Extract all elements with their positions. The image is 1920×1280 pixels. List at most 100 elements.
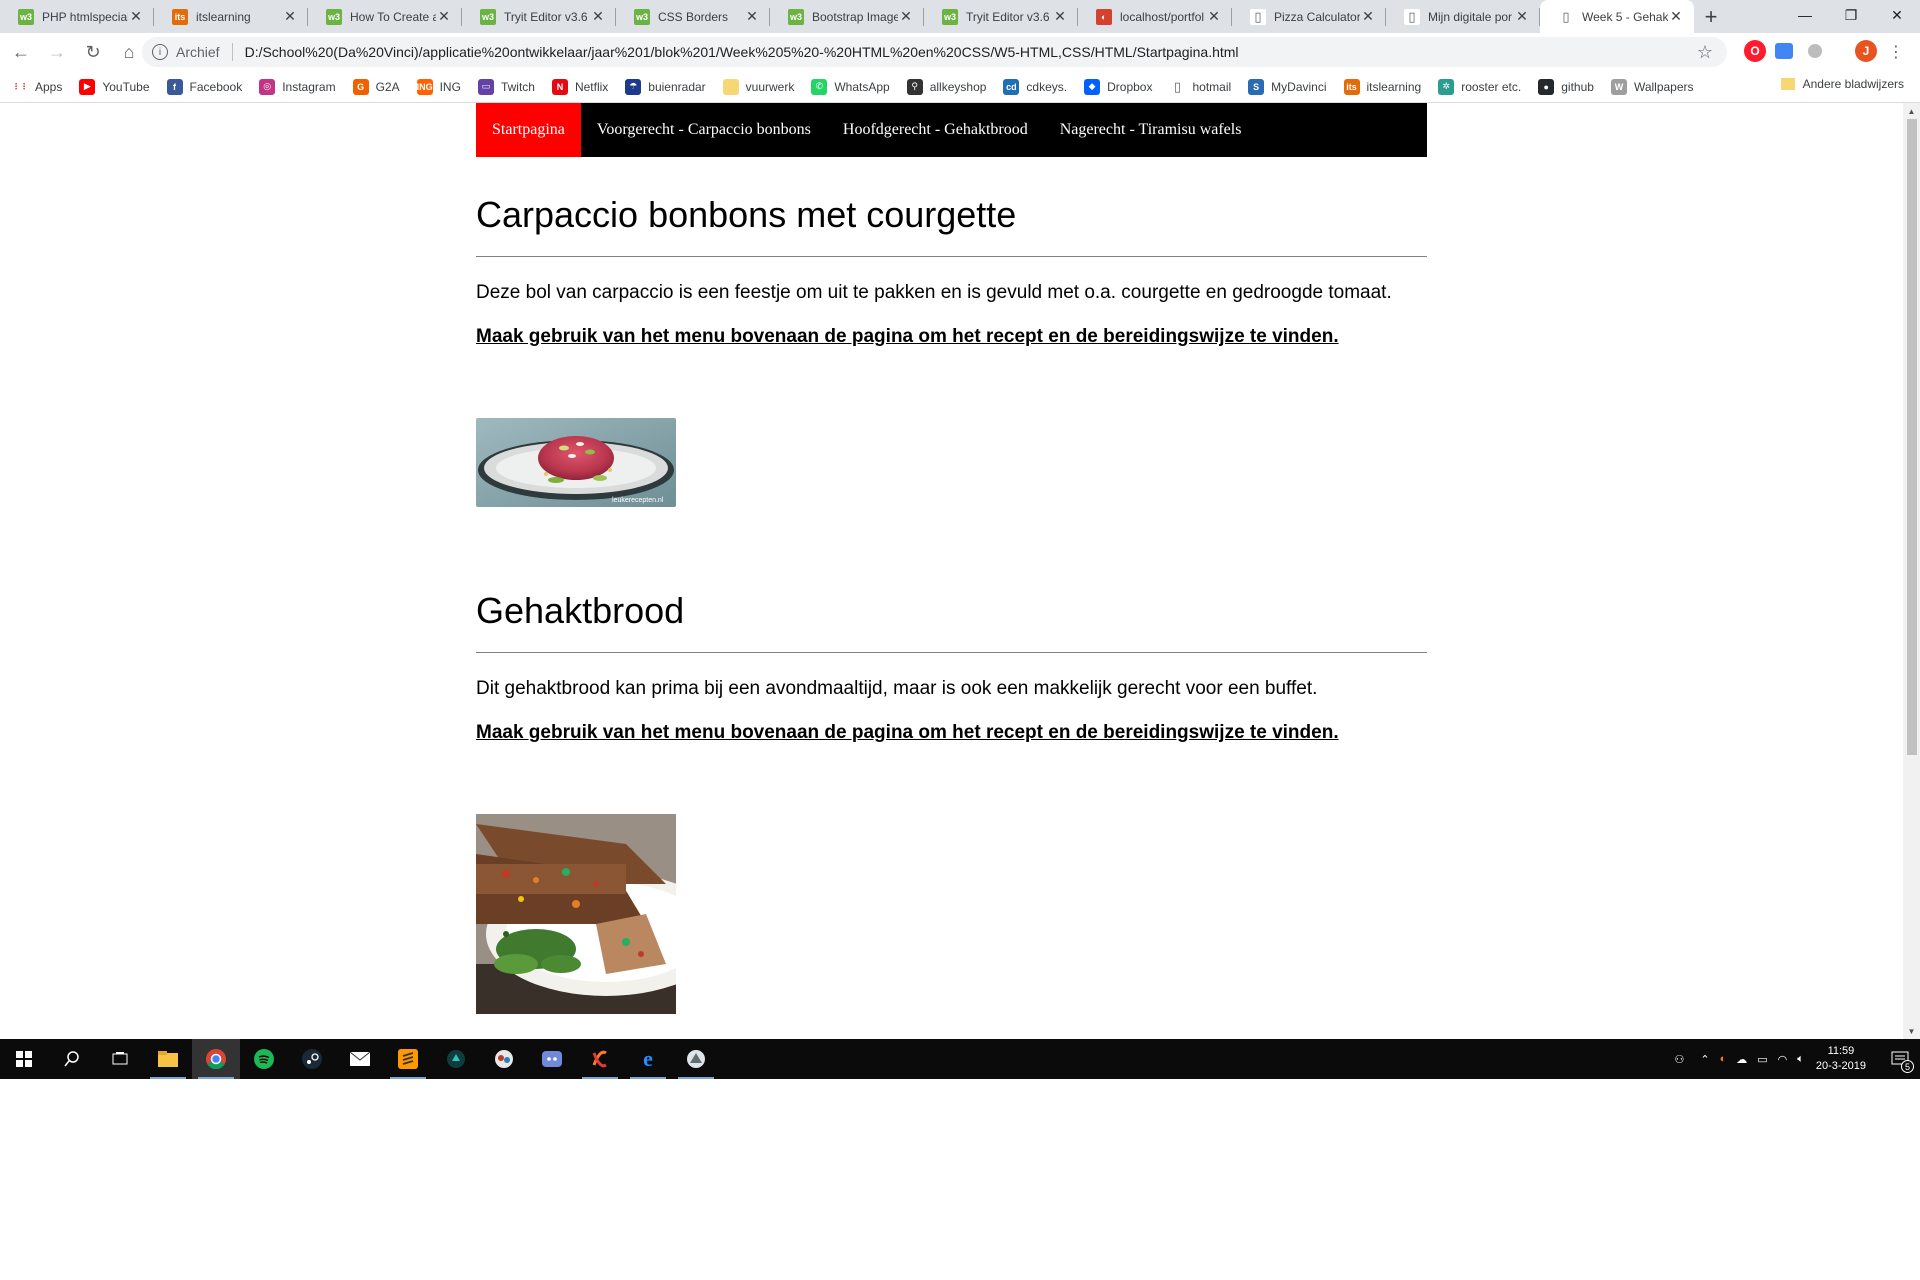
xampp-tray-icon[interactable]: ◐	[1720, 1053, 1727, 1065]
browser-tab[interactable]: w3 PHP htmlspecialc ✕	[0, 0, 154, 33]
sublime-text-icon[interactable]	[384, 1039, 432, 1079]
onedrive-icon[interactable]: ☁	[1736, 1053, 1747, 1066]
bookmark-item[interactable]: ▭ Twitch	[477, 78, 535, 95]
new-tab-button[interactable]: +	[1694, 0, 1728, 33]
bookmark-item[interactable]: ● github	[1538, 78, 1594, 95]
bookmark-item[interactable]: ING ING	[416, 78, 461, 95]
browser-tab[interactable]: w3 Bootstrap Image ✕	[770, 0, 924, 33]
browser-tab[interactable]: w3 Tryit Editor v3.6 ✕	[924, 0, 1078, 33]
scrollbar-thumb[interactable]	[1907, 119, 1917, 755]
bookmark-item[interactable]: its itslearning	[1343, 78, 1421, 95]
mail-icon[interactable]	[336, 1039, 384, 1079]
spotify-icon[interactable]	[240, 1039, 288, 1079]
site-nav-link[interactable]: Nagerecht - Tiramisu wafels	[1044, 103, 1258, 157]
close-tab-icon[interactable]: ✕	[1360, 8, 1376, 25]
browser-tab[interactable]: w3 CSS Borders ✕	[616, 0, 770, 33]
bookmark-item[interactable]: ◎ Instagram	[259, 78, 336, 95]
clock[interactable]: 11:59 20-3-2019	[1816, 1044, 1866, 1074]
site-nav-link[interactable]: Startpagina	[476, 103, 581, 157]
opera-extension-icon[interactable]: O	[1744, 40, 1766, 62]
bookmark-item[interactable]: ▯ hotmail	[1169, 78, 1231, 95]
windows-start-icon[interactable]	[0, 1039, 48, 1079]
bookmark-item[interactable]: ✲ rooster etc.	[1438, 78, 1521, 95]
volume-muted-icon[interactable]: 🔈︎	[1797, 1053, 1804, 1066]
browser-tab[interactable]: w3 Tryit Editor v3.6 ✕	[462, 0, 616, 33]
bookmark-item[interactable]: cd cdkeys.	[1003, 78, 1067, 95]
allkeyshop-icon: ⚲	[906, 78, 923, 95]
browser-tab[interactable]: ▯ Pizza Calculator ✕	[1232, 0, 1386, 33]
close-tab-icon[interactable]: ✕	[898, 8, 914, 25]
browser-tab[interactable]: its itslearning ✕	[154, 0, 308, 33]
bookmark-item[interactable]: ⋮⋮ Apps	[12, 79, 62, 95]
page-scrollbar[interactable]: ▲ ▼	[1903, 103, 1920, 1039]
app-icon[interactable]	[480, 1039, 528, 1079]
extension-icon[interactable]	[1808, 44, 1822, 58]
scroll-up-icon[interactable]: ▲	[1903, 103, 1920, 119]
gaming-app-icon[interactable]	[432, 1039, 480, 1079]
menu-icon[interactable]: ⋮	[1888, 42, 1904, 62]
youtube-icon: ▶	[79, 78, 96, 95]
search-icon[interactable]	[48, 1039, 96, 1079]
close-tab-icon[interactable]: ✕	[282, 8, 298, 25]
address-bar[interactable]: i Archief D:/School%20(Da%20Vinci)/appli…	[142, 37, 1727, 67]
bookmark-item[interactable]: ☂ buienradar	[625, 78, 706, 95]
bookmark-item[interactable]: vuurwerk	[722, 78, 794, 95]
bookmark-item[interactable]: f Facebook	[166, 78, 242, 95]
bookmark-star-icon[interactable]: ☆	[1697, 42, 1713, 63]
browser-tab[interactable]: ▯ Week 5 - Gehakt ✕	[1540, 0, 1694, 33]
close-tab-icon[interactable]: ✕	[1514, 8, 1530, 25]
close-tab-icon[interactable]: ✕	[128, 8, 144, 25]
close-window-icon[interactable]: ✕	[1874, 0, 1920, 30]
browser-tab[interactable]: w3 How To Create a ✕	[308, 0, 462, 33]
bookmark-item[interactable]: N Netflix	[551, 78, 608, 95]
close-tab-icon[interactable]: ✕	[1668, 8, 1684, 25]
xampp-icon[interactable]	[576, 1039, 624, 1079]
home-icon[interactable]: ⌂	[114, 37, 144, 67]
bookmark-item[interactable]: S MyDavinci	[1248, 78, 1327, 95]
steam-icon[interactable]	[288, 1039, 336, 1079]
browser-tab[interactable]: ▯ Mijn digitale por ✕	[1386, 0, 1540, 33]
info-icon[interactable]: i	[152, 44, 168, 60]
minimize-icon[interactable]: —	[1782, 0, 1828, 30]
site-nav-link[interactable]: Voorgerecht - Carpaccio bonbons	[581, 103, 827, 157]
discord-icon[interactable]	[528, 1039, 576, 1079]
people-icon[interactable]: ⚇	[1674, 1053, 1684, 1066]
scroll-down-icon[interactable]: ▼	[1903, 1023, 1920, 1039]
close-tab-icon[interactable]: ✕	[590, 8, 606, 25]
wifi-icon[interactable]: ◠	[1778, 1053, 1788, 1066]
bookmark-item[interactable]: ▶ YouTube	[79, 78, 150, 95]
action-center-icon[interactable]: 5	[1880, 1039, 1920, 1079]
back-icon[interactable]: ←	[6, 37, 36, 67]
edge-icon[interactable]: e	[624, 1039, 672, 1079]
close-tab-icon[interactable]: ✕	[744, 8, 760, 25]
bookmark-item[interactable]: ◆ Dropbox	[1084, 78, 1152, 95]
wallpapers-icon: W	[1610, 78, 1627, 95]
reload-icon[interactable]: ↻	[78, 37, 108, 67]
restore-icon[interactable]: ❐	[1828, 0, 1874, 30]
bookmark-item[interactable]: ✆ WhatsApp	[811, 78, 890, 95]
chrome-icon[interactable]	[192, 1039, 240, 1079]
bookmark-item[interactable]: W Wallpapers	[1610, 78, 1694, 95]
other-bookmarks[interactable]: Andere bladwijzers	[1780, 77, 1904, 91]
bookmark-item[interactable]: G G2A	[352, 78, 400, 95]
close-tab-icon[interactable]: ✕	[436, 8, 452, 25]
app-icon[interactable]	[672, 1039, 720, 1079]
close-tab-icon[interactable]: ✕	[1052, 8, 1068, 25]
browser-tab[interactable]: ◐ localhost/portfol ✕	[1078, 0, 1232, 33]
forward-icon[interactable]: →	[42, 37, 72, 67]
cast-extension-icon[interactable]	[1775, 43, 1793, 59]
profile-avatar[interactable]: J	[1855, 40, 1877, 62]
site-nav-link[interactable]: Hoofdgerecht - Gehaktbrood	[827, 103, 1044, 157]
battery-icon[interactable]: ▭	[1757, 1053, 1767, 1066]
bookmarks-bar: ⋮⋮ Apps ▶ YouTube f Facebook ◎ Instagram G G2A ING…	[0, 71, 1920, 103]
task-view-icon[interactable]	[96, 1039, 144, 1079]
close-tab-icon[interactable]: ✕	[1206, 8, 1222, 25]
address-url[interactable]: D:/School%20(Da%20Vinci)/applicatie%20on…	[245, 44, 1239, 60]
clock-time: 11:59	[1827, 1045, 1855, 1057]
show-hidden-icons[interactable]: ⌃	[1700, 1053, 1709, 1066]
page-icon: ▯	[1250, 8, 1266, 25]
menu-hint-link[interactable]: Maak gebruik van het menu bovenaan de pa…	[476, 722, 1427, 744]
file-explorer-icon[interactable]	[144, 1039, 192, 1079]
bookmark-item[interactable]: ⚲ allkeyshop	[906, 78, 986, 95]
menu-hint-link[interactable]: Maak gebruik van het menu bovenaan de pa…	[476, 326, 1427, 348]
